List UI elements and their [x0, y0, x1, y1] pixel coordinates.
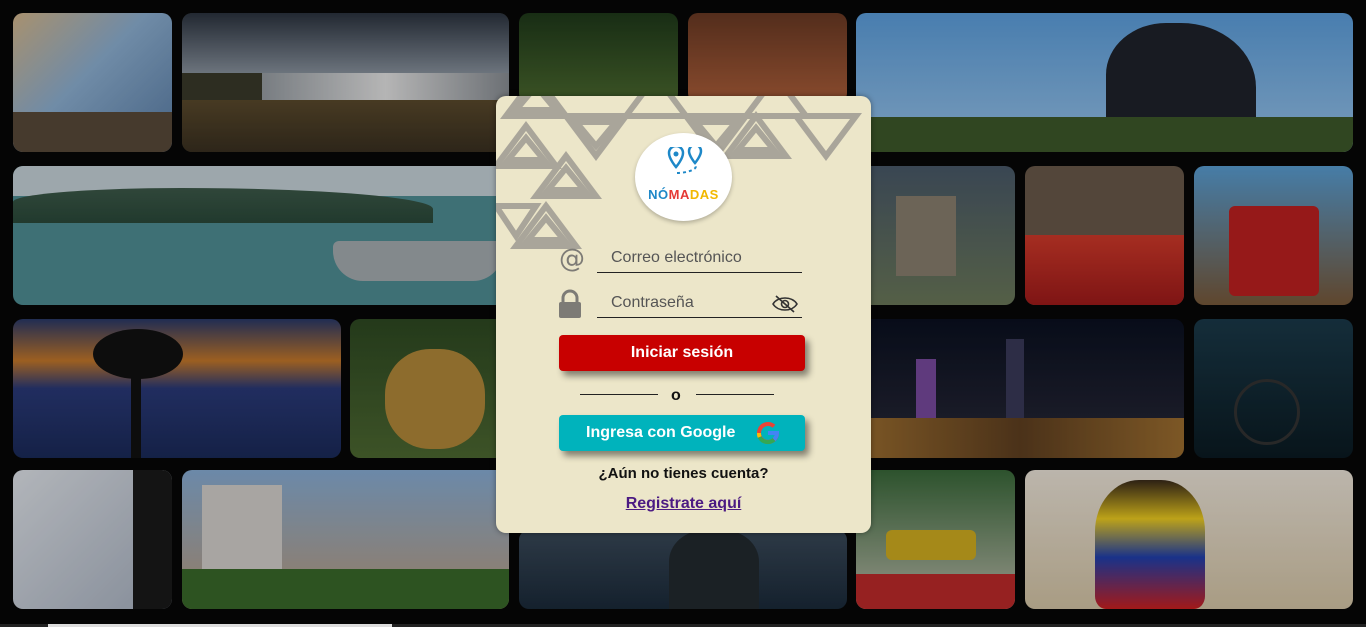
- logo-text: NÓMADAS: [648, 187, 719, 202]
- gallery-tile-palenquera: [1025, 470, 1353, 609]
- gallery-tile-city-night: [856, 319, 1184, 458]
- gallery-tile-desert: [688, 13, 847, 103]
- gallery-tile-bicycle-street: [1194, 319, 1353, 458]
- divider-text: o: [671, 387, 681, 404]
- gallery-tile-lake-sunset: [182, 13, 509, 152]
- gallery-tile-airplane-window: [13, 470, 172, 609]
- password-field: [597, 291, 802, 318]
- no-account-text: ¿Aún no tienes cuenta?: [598, 465, 769, 482]
- eye-slash-icon[interactable]: [772, 295, 798, 313]
- gallery-tile-church-city: [182, 470, 509, 609]
- svg-text:@: @: [559, 244, 585, 273]
- gallery-tile-colonial-street: [13, 13, 172, 152]
- gallery-tile-red-river: [1025, 166, 1184, 305]
- at-icon: @: [559, 244, 585, 273]
- gallery-tile-jaguar: [350, 319, 509, 458]
- register-link[interactable]: Registrate aquí: [496, 495, 871, 513]
- google-button-label: Ingresa con Google: [586, 424, 736, 441]
- divider-line: [580, 394, 658, 395]
- divider-line: [696, 394, 774, 395]
- email-input[interactable]: [597, 246, 771, 270]
- login-card: NÓMADAS @ Iniciar sesión o Ingresa con G…: [496, 96, 871, 533]
- or-divider: o: [580, 385, 776, 405]
- password-input[interactable]: [597, 291, 771, 315]
- nomadas-logo: NÓMADAS: [635, 133, 732, 221]
- gallery-tile-botero-statue: [856, 13, 1353, 152]
- gallery-tile-beach-boat: [13, 166, 509, 305]
- gallery-tile-whale: [519, 530, 847, 609]
- gallery-tile-indigenous-people: [519, 13, 678, 103]
- map-pin-icon: [667, 147, 703, 174]
- login-button[interactable]: Iniciar sesión: [559, 335, 805, 371]
- lock-icon: [559, 289, 581, 318]
- google-login-button[interactable]: Ingresa con Google: [559, 415, 805, 451]
- gallery-tile-jeep-willys: [1194, 166, 1353, 305]
- email-field: [597, 246, 802, 273]
- gallery-tile-cathedral-bridge: [856, 166, 1015, 305]
- gallery-tile-colonial-chiva: [856, 470, 1015, 609]
- gallery-tile-tree-sunset: [13, 319, 341, 458]
- google-icon: [756, 422, 780, 445]
